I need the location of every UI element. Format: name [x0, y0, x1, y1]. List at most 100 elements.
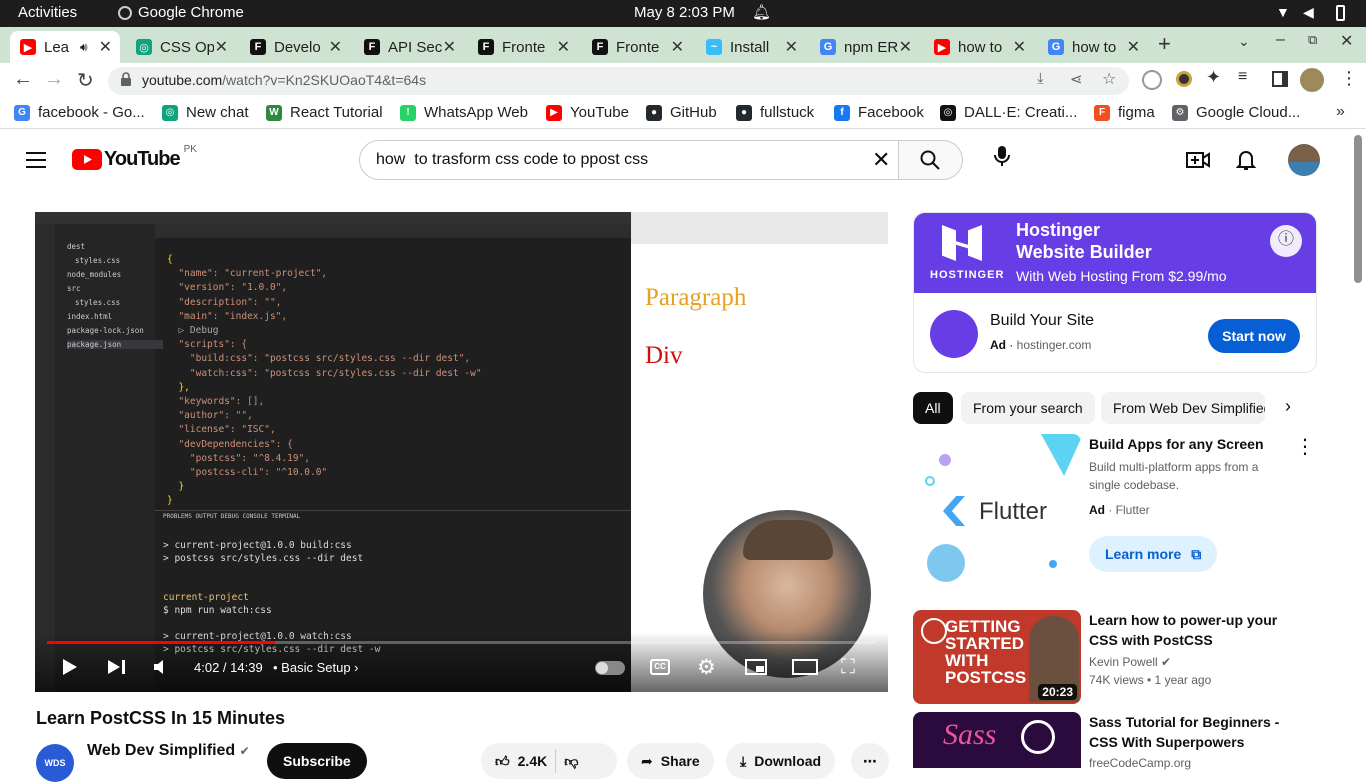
channel-name[interactable]: Web Dev Simplified ✔ — [87, 742, 250, 760]
tab-3[interactable]: F Develo ✕ — [240, 31, 350, 63]
rec-title[interactable]: Learn how to power-up your CSS with Post… — [1089, 610, 1299, 650]
clock[interactable]: May 8 2:03 PM — [634, 4, 735, 21]
play-icon[interactable] — [62, 658, 78, 676]
tab-5[interactable]: F Fronte ✕ — [468, 31, 578, 63]
battery-icon[interactable] — [1336, 5, 1345, 21]
subscribe-button[interactable]: Subscribe — [267, 743, 367, 779]
tab-audio-icon[interactable]: 🔊︎ — [80, 40, 88, 55]
next-video-icon[interactable] — [107, 659, 127, 675]
search-box[interactable]: ✕ — [359, 140, 899, 180]
bookmark-item[interactable]: ! WhatsApp Web — [400, 104, 528, 121]
tab-close-icon[interactable]: ✕ — [671, 37, 684, 57]
create-video-icon[interactable] — [1186, 150, 1210, 170]
more-actions-icon[interactable]: ⋮ — [1295, 434, 1315, 459]
recommendation-video[interactable]: Sass Sass Tutorial for Beginners - CSS W… — [913, 712, 1366, 770]
more-actions-button[interactable]: ⋯ — [851, 743, 889, 779]
channel-avatar[interactable]: WDS — [36, 744, 74, 782]
share-icon[interactable]: ⋖ — [1070, 70, 1083, 88]
tab-7[interactable]: ~ Install ✕ — [696, 31, 806, 63]
bookmark-star-icon[interactable]: ☆ — [1102, 69, 1116, 89]
new-tab-icon[interactable]: + — [1158, 31, 1171, 57]
recommendation-video[interactable]: GETTING STARTED WITH POSTCSS 20:23 Learn… — [913, 610, 1366, 704]
youtube-logo[interactable]: YouTube PK — [72, 144, 197, 171]
reading-list-icon[interactable]: ≡ — [1238, 68, 1247, 86]
tab-close-icon[interactable]: ✕ — [215, 37, 228, 57]
settings-gear-icon[interactable]: ⚙ — [697, 655, 716, 680]
chip-from-channel[interactable]: From Web Dev Simplified — [1101, 392, 1265, 424]
learn-more-button[interactable]: Learn more ⧉ — [1089, 536, 1218, 572]
extension-icon[interactable] — [1176, 71, 1192, 87]
side-panel-icon[interactable] — [1272, 71, 1288, 87]
bookmark-item[interactable]: ● fullstuck — [736, 104, 814, 121]
video-thumbnail[interactable]: Sass — [913, 712, 1081, 768]
subtitles-icon[interactable]: CC — [650, 659, 670, 675]
search-button[interactable] — [899, 140, 963, 180]
app-menu[interactable]: Google Chrome — [118, 4, 244, 21]
bookmark-item[interactable]: ● GitHub — [646, 104, 717, 121]
menu-kebab-icon[interactable]: ⋮ — [1340, 68, 1358, 89]
video-player[interactable]: dest styles.css node_modules src styles.css i… — [35, 212, 888, 692]
address-bar[interactable]: youtube.com/watch?v=Kn2SKUOaoT4&t=64s ⤓ … — [108, 67, 1129, 95]
tab-close-icon[interactable]: ✕ — [557, 37, 570, 57]
tab-close-icon[interactable]: ✕ — [443, 37, 456, 57]
ad-info-icon[interactable]: ⓘ — [1270, 225, 1302, 257]
hamburger-menu-icon[interactable] — [26, 152, 46, 168]
flutter-ad-thumbnail[interactable]: Flutter — [913, 434, 1081, 600]
chip-all[interactable]: All — [913, 392, 953, 424]
like-button[interactable]: 👍︎ 2.4K — [495, 753, 547, 770]
share-button[interactable]: ➦ Share — [627, 743, 714, 779]
activities-button[interactable]: Activities — [18, 4, 77, 21]
forward-icon[interactable]: → — [44, 68, 64, 91]
fullscreen-icon[interactable]: ⛶ — [841, 656, 855, 679]
ad-start-now-button[interactable]: Start now — [1208, 319, 1300, 353]
bookmark-item[interactable]: Ffigma — [1094, 104, 1155, 121]
thumbs-down-icon[interactable]: 👎︎ — [564, 753, 578, 770]
tab-close-icon[interactable]: ✕ — [329, 37, 342, 57]
chips-next-icon[interactable]: › — [1285, 396, 1291, 417]
install-icon[interactable]: ⤓ — [1037, 70, 1044, 87]
voice-search-button[interactable] — [982, 144, 1022, 184]
tab-4[interactable]: F API Sec ✕ — [354, 31, 464, 63]
bell-icon[interactable]: 🔔︎ — [752, 3, 771, 21]
clear-search-icon[interactable]: ✕ — [872, 147, 890, 173]
ad-banner[interactable]: HOSTINGER Hostinger Website Builder With… — [914, 213, 1316, 293]
chip-from-your-search[interactable]: From your search — [961, 392, 1095, 424]
miniplayer-icon[interactable] — [745, 659, 767, 675]
ad-title[interactable]: Build Your Site — [990, 312, 1094, 330]
autoplay-toggle[interactable] — [595, 661, 625, 675]
tab-10[interactable]: Ghow to ✕ — [1038, 31, 1148, 63]
sponsored-ad[interactable]: HOSTINGER Hostinger Website Builder With… — [913, 212, 1317, 373]
theater-mode-icon[interactable] — [792, 659, 818, 675]
bookmark-item[interactable]: Gfacebook - Go... — [14, 104, 145, 121]
tab-6[interactable]: F Fronte ✕ — [582, 31, 692, 63]
bookmark-item[interactable]: ◎ DALL·E: Creati... — [940, 104, 1077, 121]
tab-close-icon[interactable]: ✕ — [785, 37, 798, 57]
search-input[interactable] — [376, 151, 856, 169]
tab-search-icon[interactable]: ⌄ — [1238, 33, 1250, 50]
recommendation-ad[interactable]: Flutter Build Apps for any Screen Build … — [913, 434, 1366, 600]
chapter-button[interactable]: • Basic Setup › — [273, 660, 359, 675]
wifi-icon[interactable]: ▼ — [1276, 4, 1290, 20]
bookmark-item[interactable]: ▶ YouTube — [546, 104, 629, 121]
bookmark-item[interactable]: W React Tutorial — [266, 104, 383, 121]
tab-9[interactable]: ▶ how to ✕ — [924, 31, 1034, 63]
video-thumbnail[interactable]: GETTING STARTED WITH POSTCSS 20:23 — [913, 610, 1081, 704]
bookmark-item[interactable]: ◎ New chat — [162, 104, 249, 121]
minimize-icon[interactable]: – — [1276, 31, 1285, 49]
profile-avatar[interactable] — [1300, 68, 1324, 92]
rec-title[interactable]: Sass Tutorial for Beginners - CSS With S… — [1089, 712, 1299, 752]
volume-icon[interactable] — [153, 658, 171, 676]
more-bookmarks-icon[interactable]: » — [1336, 103, 1345, 121]
progress-bar[interactable] — [47, 641, 876, 644]
tab-8[interactable]: Gnpm ER ✕ — [810, 31, 920, 63]
rec-title[interactable]: Build Apps for any Screen — [1089, 434, 1299, 454]
tab-close-icon[interactable]: ✕ — [1013, 37, 1026, 57]
tab-2[interactable]: ◎ CSS Op ✕ — [126, 31, 236, 63]
bookmark-item[interactable]: ⚙ Google Cloud... — [1172, 104, 1300, 121]
rec-channel[interactable]: Kevin Powell — [1089, 655, 1158, 669]
restore-icon[interactable]: ⧉ — [1308, 32, 1317, 48]
reload-icon[interactable]: ↻ — [77, 68, 94, 93]
notifications-bell-icon[interactable] — [1236, 148, 1256, 172]
volume-icon[interactable]: ◀ — [1303, 4, 1314, 21]
site-info-icon[interactable] — [120, 72, 132, 87]
